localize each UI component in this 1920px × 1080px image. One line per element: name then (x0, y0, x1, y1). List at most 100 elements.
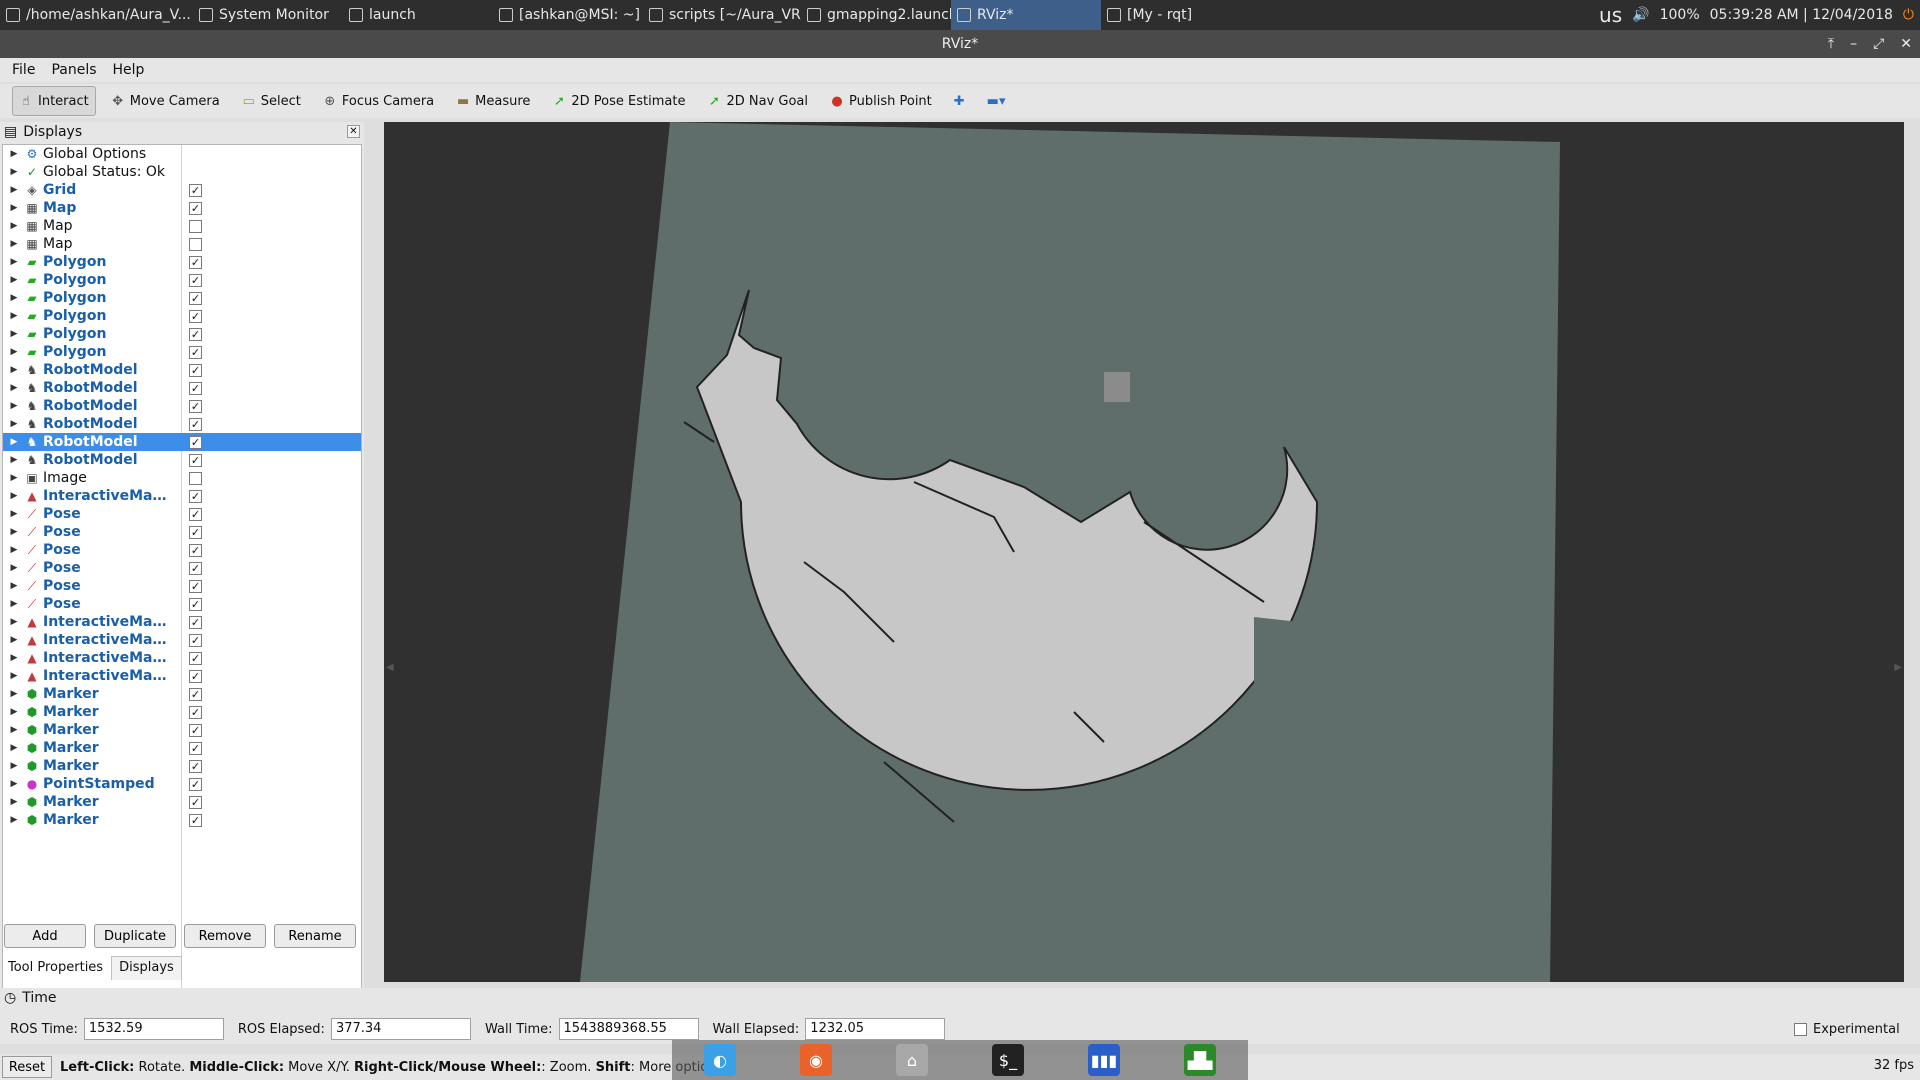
rename-display-button[interactable]: Rename (274, 924, 356, 948)
audio-meter-icon[interactable]: ▮▮▮ (1088, 1044, 1120, 1076)
terminal-icon[interactable]: $_ (992, 1044, 1024, 1076)
display-row[interactable]: ▶ ▰ Polygon ✓ (3, 343, 361, 361)
display-enabled-checkbox[interactable]: ✓ (189, 778, 202, 791)
display-row[interactable]: ▶ ▰ Polygon ✓ (3, 271, 361, 289)
pin-icon[interactable]: ⤒ (1828, 30, 1834, 58)
taskbar-item[interactable]: RViz* (951, 0, 1101, 30)
expand-arrow-icon[interactable]: ▶ (7, 761, 21, 771)
expand-arrow-icon[interactable]: ▶ (7, 239, 21, 249)
display-enabled-checkbox[interactable]: ✓ (189, 724, 202, 737)
display-enabled-checkbox[interactable]: ✓ (189, 346, 202, 359)
display-enabled-checkbox[interactable]: ✓ (189, 508, 202, 521)
system-monitor-icon[interactable]: ▟▙ (1184, 1044, 1216, 1076)
tab-tool-properties[interactable]: Tool Properties (0, 956, 111, 980)
display-row[interactable]: ▶ ▰ Polygon ✓ (3, 307, 361, 325)
expand-arrow-icon[interactable]: ▶ (7, 455, 21, 465)
display-enabled-checkbox[interactable]: ✓ (189, 400, 202, 413)
display-enabled-checkbox[interactable]: ✓ (189, 562, 202, 575)
taskbar-item[interactable]: gmapping2.launch (~/... (801, 0, 951, 30)
display-enabled-checkbox[interactable]: ✓ (189, 670, 202, 683)
display-row[interactable]: ▶ ⬢ Marker ✓ (3, 685, 361, 703)
display-enabled-checkbox[interactable]: ✓ (189, 436, 202, 449)
panel-close-icon[interactable]: ✕ (347, 125, 360, 138)
expand-arrow-icon[interactable]: ▶ (7, 545, 21, 555)
display-row[interactable]: ▶ ● PointStamped ✓ (3, 775, 361, 793)
expand-arrow-icon[interactable]: ▶ (7, 401, 21, 411)
display-row[interactable]: ▶ ▰ Polygon ✓ (3, 325, 361, 343)
expand-arrow-icon[interactable]: ▶ (7, 797, 21, 807)
display-enabled-checkbox[interactable]: ✓ (189, 580, 202, 593)
expand-arrow-icon[interactable]: ▶ (7, 779, 21, 789)
display-row[interactable]: ▶ ♞ RobotModel ✓ (3, 361, 361, 379)
taskbar-item[interactable]: System Monitor (193, 0, 343, 30)
display-row[interactable]: ▶ ⟋ Pose ✓ (3, 559, 361, 577)
display-row[interactable]: ▶ ▲ InteractiveMark... ✓ (3, 487, 361, 505)
maximize-icon[interactable]: ⤢ (1873, 30, 1884, 58)
tool-interact[interactable]: ☝ Interact (12, 86, 96, 116)
expand-arrow-icon[interactable]: ▶ (7, 167, 21, 177)
expand-arrow-icon[interactable]: ▶ (7, 365, 21, 375)
display-row[interactable]: ▶ ▦ Map (3, 235, 361, 253)
display-enabled-checkbox[interactable]: ✓ (189, 616, 202, 629)
experimental-option[interactable]: Experimental (1794, 1022, 1900, 1037)
display-row[interactable]: ▶ ⬢ Marker ✓ (3, 793, 361, 811)
collapse-right-icon[interactable]: ▶ (1894, 662, 1902, 673)
display-row[interactable]: ▶ ♞ RobotModel ✓ (3, 415, 361, 433)
display-enabled-checkbox[interactable]: ✓ (189, 184, 202, 197)
expand-arrow-icon[interactable]: ▶ (7, 815, 21, 825)
wall-time-field[interactable]: 1543889368.55 (558, 1018, 699, 1040)
tool-measure[interactable]: ▬ Measure (449, 86, 537, 116)
expand-arrow-icon[interactable]: ▶ (7, 473, 21, 483)
remove-display-button[interactable]: Remove (184, 924, 266, 948)
display-row[interactable]: ▶ ♞ RobotModel ✓ (3, 397, 361, 415)
expand-arrow-icon[interactable]: ▶ (7, 707, 21, 717)
firefox-icon[interactable]: ◉ (800, 1044, 832, 1076)
display-row[interactable]: ▶ ⬢ Marker ✓ (3, 757, 361, 775)
menu-panels[interactable]: Panels (51, 62, 96, 78)
display-enabled-checkbox[interactable]: ✓ (189, 418, 202, 431)
taskbar-item[interactable]: scripts [~/Aura_VR/src... (643, 0, 801, 30)
display-row[interactable]: ▶ ⟋ Pose ✓ (3, 595, 361, 613)
display-enabled-checkbox[interactable]: ✓ (189, 760, 202, 773)
expand-arrow-icon[interactable]: ▶ (7, 509, 21, 519)
display-enabled-checkbox[interactable]: ✓ (189, 634, 202, 647)
expand-arrow-icon[interactable]: ▶ (7, 617, 21, 627)
taskbar-item[interactable]: /home/ashkan/Aura_V... (0, 0, 193, 30)
expand-arrow-icon[interactable]: ▶ (7, 203, 21, 213)
minimize-icon[interactable]: – (1850, 30, 1857, 58)
display-enabled-checkbox[interactable]: ✓ (189, 274, 202, 287)
expand-arrow-icon[interactable]: ▶ (7, 185, 21, 195)
expand-arrow-icon[interactable]: ▶ (7, 347, 21, 357)
expand-arrow-icon[interactable]: ▶ (7, 599, 21, 609)
expand-arrow-icon[interactable]: ▶ (7, 689, 21, 699)
add-display-button[interactable]: Add (4, 924, 86, 948)
display-row[interactable]: ▶ ▲ InteractiveMark... ✓ (3, 667, 361, 685)
expand-arrow-icon[interactable]: ▶ (7, 725, 21, 735)
expand-arrow-icon[interactable]: ▶ (7, 653, 21, 663)
expand-arrow-icon[interactable]: ▶ (7, 563, 21, 573)
tool-2d-pose-estimate[interactable]: ➚ 2D Pose Estimate (545, 86, 692, 116)
display-row[interactable]: ▶ ▰ Polygon ✓ (3, 253, 361, 271)
expand-arrow-icon[interactable]: ▶ (7, 221, 21, 231)
duplicate-display-button[interactable]: Duplicate (94, 924, 176, 948)
display-enabled-checkbox[interactable]: ✓ (189, 706, 202, 719)
display-enabled-checkbox[interactable]: ✓ (189, 382, 202, 395)
expand-arrow-icon[interactable]: ▶ (7, 311, 21, 321)
expand-arrow-icon[interactable]: ▶ (7, 581, 21, 591)
expand-arrow-icon[interactable]: ▶ (7, 275, 21, 285)
display-row[interactable]: ▶ ⬢ Marker ✓ (3, 721, 361, 739)
volume-icon[interactable]: 🔊 (1632, 7, 1649, 23)
display-row[interactable]: ▶ ✓ Global Status: Ok (3, 163, 361, 181)
display-row[interactable]: ▶ ♞ RobotModel ✓ (3, 433, 361, 451)
display-row[interactable]: ▶ ♞ RobotModel ✓ (3, 379, 361, 397)
display-row[interactable]: ▶ ⬢ Marker ✓ (3, 739, 361, 757)
display-enabled-checkbox[interactable]: ✓ (189, 310, 202, 323)
menu-file[interactable]: File (12, 62, 35, 78)
display-row[interactable]: ▶ ▣ Image (3, 469, 361, 487)
reset-button[interactable]: Reset (2, 1056, 52, 1078)
tool-move-camera[interactable]: ✥ Move Camera (104, 86, 227, 116)
display-enabled-checkbox[interactable]: ✓ (189, 328, 202, 341)
display-row[interactable]: ▶ ⟋ Pose ✓ (3, 523, 361, 541)
display-row[interactable]: ▶ ▲ InteractiveMark... ✓ (3, 649, 361, 667)
expand-arrow-icon[interactable]: ▶ (7, 635, 21, 645)
